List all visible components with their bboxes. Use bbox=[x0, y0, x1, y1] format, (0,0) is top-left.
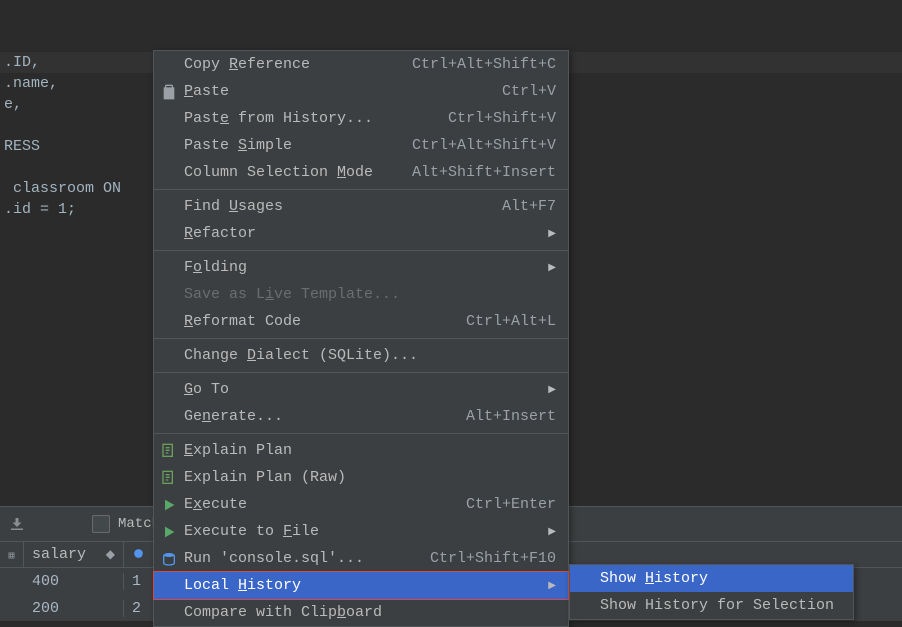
chevron-right-icon: ▶ bbox=[546, 580, 556, 592]
grid-header-salary[interactable]: salary ◆ bbox=[24, 542, 124, 567]
menu-item[interactable]: Explain Plan bbox=[154, 437, 568, 464]
menu-item[interactable]: Folding ▶ bbox=[154, 254, 568, 281]
menu-separator bbox=[154, 189, 568, 190]
menu-item-shortcut: Ctrl+Alt+Shift+V bbox=[412, 137, 556, 154]
cell-salary: 400 bbox=[24, 573, 124, 590]
menu-item-label: Show History bbox=[600, 570, 841, 587]
menu-separator bbox=[154, 338, 568, 339]
menu-separator bbox=[154, 372, 568, 373]
menu-item[interactable]: Copy Reference Ctrl+Alt+Shift+C bbox=[154, 51, 568, 78]
explain2-icon bbox=[154, 470, 184, 486]
menu-item-shortcut: Ctrl+Shift+F10 bbox=[430, 550, 556, 567]
menu-item-label: Go To bbox=[184, 381, 538, 398]
context-submenu: Show History Show History for Selection bbox=[569, 564, 854, 620]
menu-separator bbox=[154, 250, 568, 251]
cell-salary: 200 bbox=[24, 600, 124, 617]
menu-item-label: Find Usages bbox=[184, 198, 492, 215]
play2-icon bbox=[154, 524, 184, 540]
menu-item-label: Explain Plan (Raw) bbox=[184, 469, 556, 486]
grid-header-rownum[interactable] bbox=[0, 542, 24, 567]
menu-item-label: Execute bbox=[184, 496, 456, 513]
menu-item[interactable]: Local History ▶ bbox=[154, 572, 568, 599]
menu-item[interactable]: Generate... Alt+Insert bbox=[154, 403, 568, 430]
menu-item-label: Folding bbox=[184, 259, 538, 276]
menu-item[interactable]: Change Dialect (SQLite)... bbox=[154, 342, 568, 369]
menu-item-label: Local History bbox=[184, 577, 538, 594]
menu-item[interactable]: Execute Ctrl+Enter bbox=[154, 491, 568, 518]
menu-item-label: Paste from History... bbox=[184, 110, 438, 127]
menu-item-label: Paste Simple bbox=[184, 137, 402, 154]
chevron-right-icon: ▶ bbox=[546, 262, 556, 274]
menu-separator bbox=[154, 433, 568, 434]
menu-item[interactable]: Column Selection Mode Alt+Shift+Insert bbox=[154, 159, 568, 186]
menu-item: Save as Live Template... bbox=[154, 281, 568, 308]
menu-item-shortcut: Alt+Shift+Insert bbox=[412, 164, 556, 181]
menu-item-shortcut: Ctrl+Alt+L bbox=[466, 313, 556, 330]
menu-item[interactable]: Compare with Clipboard bbox=[154, 599, 568, 626]
table-icon bbox=[8, 547, 15, 563]
menu-item-label: Column Selection Mode bbox=[184, 164, 402, 181]
menu-item-label: Change Dialect (SQLite)... bbox=[184, 347, 556, 364]
menu-item[interactable]: Show History bbox=[570, 565, 853, 592]
menu-item-shortcut: Ctrl+Enter bbox=[466, 496, 556, 513]
cell-rownum: 1 bbox=[124, 573, 154, 590]
menu-item-label: Compare with Clipboard bbox=[184, 604, 556, 621]
menu-item[interactable]: Paste Ctrl+V bbox=[154, 78, 568, 105]
explain-icon bbox=[154, 443, 184, 459]
menu-item[interactable]: Paste Simple Ctrl+Alt+Shift+V bbox=[154, 132, 568, 159]
menu-item-label: Show History for Selection bbox=[600, 597, 841, 614]
menu-item-label: Copy Reference bbox=[184, 56, 402, 73]
chevron-right-icon: ▶ bbox=[546, 526, 556, 538]
menu-item-shortcut: Ctrl+Alt+Shift+C bbox=[412, 56, 556, 73]
sort-indicator-icon: ◆ bbox=[106, 547, 115, 562]
menu-item[interactable]: Execute to File ▶ bbox=[154, 518, 568, 545]
menu-item[interactable]: Reformat Code Ctrl+Alt+L bbox=[154, 308, 568, 335]
menu-item[interactable]: Find Usages Alt+F7 bbox=[154, 193, 568, 220]
download-icon[interactable] bbox=[8, 515, 26, 533]
db-icon bbox=[154, 551, 184, 567]
menu-item[interactable]: Run 'console.sql'... Ctrl+Shift+F10 bbox=[154, 545, 568, 572]
menu-item-shortcut: Ctrl+V bbox=[502, 83, 556, 100]
menu-item[interactable]: Show History for Selection bbox=[570, 592, 853, 619]
menu-item-label: Reformat Code bbox=[184, 313, 456, 330]
menu-item-label: Explain Plan bbox=[184, 442, 556, 459]
match-checkbox[interactable] bbox=[92, 515, 110, 533]
play-icon bbox=[154, 497, 184, 513]
grid-header-2[interactable] bbox=[124, 542, 154, 567]
menu-item-label: Run 'console.sql'... bbox=[184, 550, 420, 567]
menu-item-shortcut: Alt+Insert bbox=[466, 408, 556, 425]
menu-item-label: Generate... bbox=[184, 408, 456, 425]
chevron-right-icon: ▶ bbox=[546, 384, 556, 396]
chevron-right-icon: ▶ bbox=[546, 228, 556, 240]
clipboard-icon bbox=[154, 84, 184, 100]
menu-item[interactable]: Explain Plan (Raw) bbox=[154, 464, 568, 491]
menu-item-shortcut: Ctrl+Shift+V bbox=[448, 110, 556, 127]
menu-item-label: Paste bbox=[184, 83, 492, 100]
menu-item-label: Save as Live Template... bbox=[184, 286, 556, 303]
menu-item-label: Execute to File bbox=[184, 523, 538, 540]
menu-item-shortcut: Alt+F7 bbox=[502, 198, 556, 215]
menu-item-label: Refactor bbox=[184, 225, 538, 242]
column-icon bbox=[132, 547, 145, 563]
cell-rownum: 2 bbox=[124, 600, 154, 617]
context-menu: Copy Reference Ctrl+Alt+Shift+C Paste Ctrl+… bbox=[153, 50, 569, 627]
menu-item[interactable]: Go To ▶ bbox=[154, 376, 568, 403]
menu-item[interactable]: Paste from History... Ctrl+Shift+V bbox=[154, 105, 568, 132]
menu-item[interactable]: Refactor ▶ bbox=[154, 220, 568, 247]
